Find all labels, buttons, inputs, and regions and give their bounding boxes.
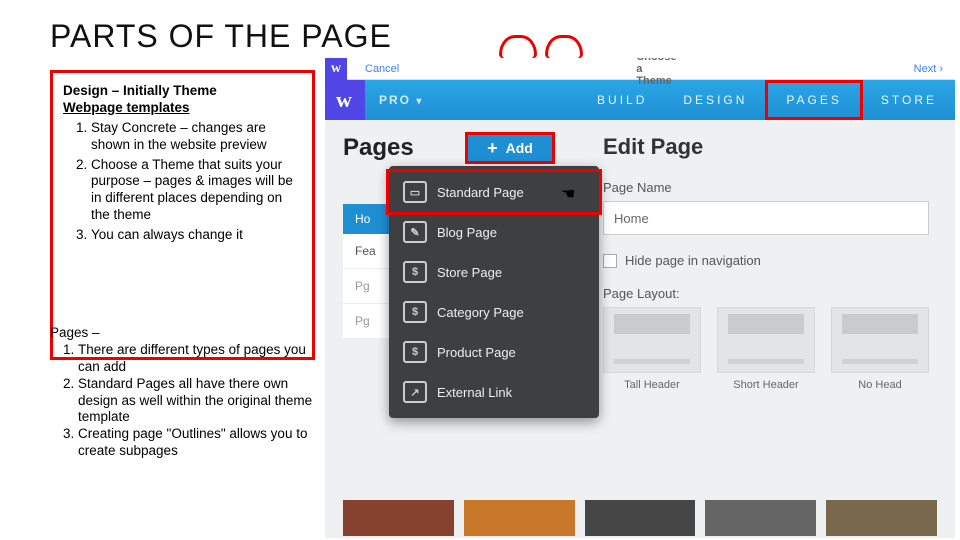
design-sub: Webpage templates (63, 100, 302, 117)
menu-external-link[interactable]: ↗External Link (389, 372, 599, 412)
theme-thumb[interactable] (705, 500, 816, 536)
menu-product-page[interactable]: $Product Page (389, 332, 599, 372)
edit-icon: ✎ (403, 221, 427, 243)
theme-thumbnails (325, 500, 955, 536)
theme-thumb[interactable] (343, 500, 454, 536)
layout-thumb[interactable]: Short Header (717, 307, 815, 391)
slide-title: PARTS OF THE PAGE (0, 0, 960, 55)
dollar-icon: $ (403, 341, 427, 363)
cursor-icon: ☚ (561, 184, 575, 204)
design-text-box: Design – Initially Theme Webpage templat… (50, 70, 315, 360)
hide-label: Hide page in navigation (625, 253, 761, 268)
pages-item: There are different types of pages you c… (78, 342, 315, 376)
checkbox-icon[interactable] (603, 254, 617, 268)
dollar-icon: $ (403, 261, 427, 283)
cancel-link[interactable]: Cancel (365, 63, 399, 75)
theme-thumb[interactable] (585, 500, 696, 536)
screenshot-panel: w Cancel Choose a Theme Next › w PRO ▾ B… (325, 58, 955, 538)
pro-badge[interactable]: PRO ▾ (371, 93, 431, 107)
edit-page-column: Edit Page Page Name Hide page in navigat… (603, 134, 941, 391)
nav-design[interactable]: DESIGN (665, 80, 765, 120)
design-item: You can always change it (91, 227, 302, 244)
main-nav: w PRO ▾ BUILD DESIGN PAGES STORE (325, 80, 955, 120)
layout-thumb[interactable]: Tall Header (603, 307, 701, 391)
plus-icon: + (487, 138, 498, 159)
next-link[interactable]: Next › (914, 63, 943, 75)
nav-pages[interactable]: PAGES (765, 80, 862, 120)
menu-blog-page[interactable]: ✎Blog Page (389, 212, 599, 252)
layout-label: Page Layout: (603, 286, 929, 301)
weebly-logo-small: w (325, 58, 347, 80)
page-name-label: Page Name (603, 180, 929, 195)
design-item: Choose a Theme that suits your purpose –… (91, 157, 302, 225)
menu-store-page[interactable]: $Store Page (389, 252, 599, 292)
page-name-input[interactable] (603, 201, 929, 235)
theme-thumb[interactable] (826, 500, 937, 536)
theme-topbar: w Cancel Choose a Theme Next › (325, 58, 955, 80)
add-button[interactable]: + Add (465, 132, 555, 164)
nav-store[interactable]: STORE (863, 80, 955, 120)
pages-heading: Pages – (50, 325, 315, 342)
chevron-down-icon: ▾ (416, 96, 423, 107)
menu-category-page[interactable]: $Category Page (389, 292, 599, 332)
link-icon: ↗ (403, 381, 427, 403)
layout-thumb[interactable]: No Head (831, 307, 929, 391)
pages-text-box: Pages – There are different types of pag… (50, 335, 315, 460)
pages-item: Standard Pages all have there own design… (78, 376, 315, 427)
nav-build[interactable]: BUILD (579, 80, 665, 120)
theme-thumb[interactable] (464, 500, 575, 536)
design-item: Stay Concrete – changes are shown in the… (91, 120, 302, 154)
weebly-logo[interactable]: w (325, 80, 365, 120)
design-heading: Design – Initially Theme (63, 83, 302, 100)
pages-item: Creating page "Outlines" allows you to c… (78, 426, 315, 460)
edit-page-title: Edit Page (603, 134, 929, 160)
page-icon: ▭ (403, 181, 427, 203)
dollar-icon: $ (403, 301, 427, 323)
hide-checkbox-row[interactable]: Hide page in navigation (603, 253, 929, 268)
